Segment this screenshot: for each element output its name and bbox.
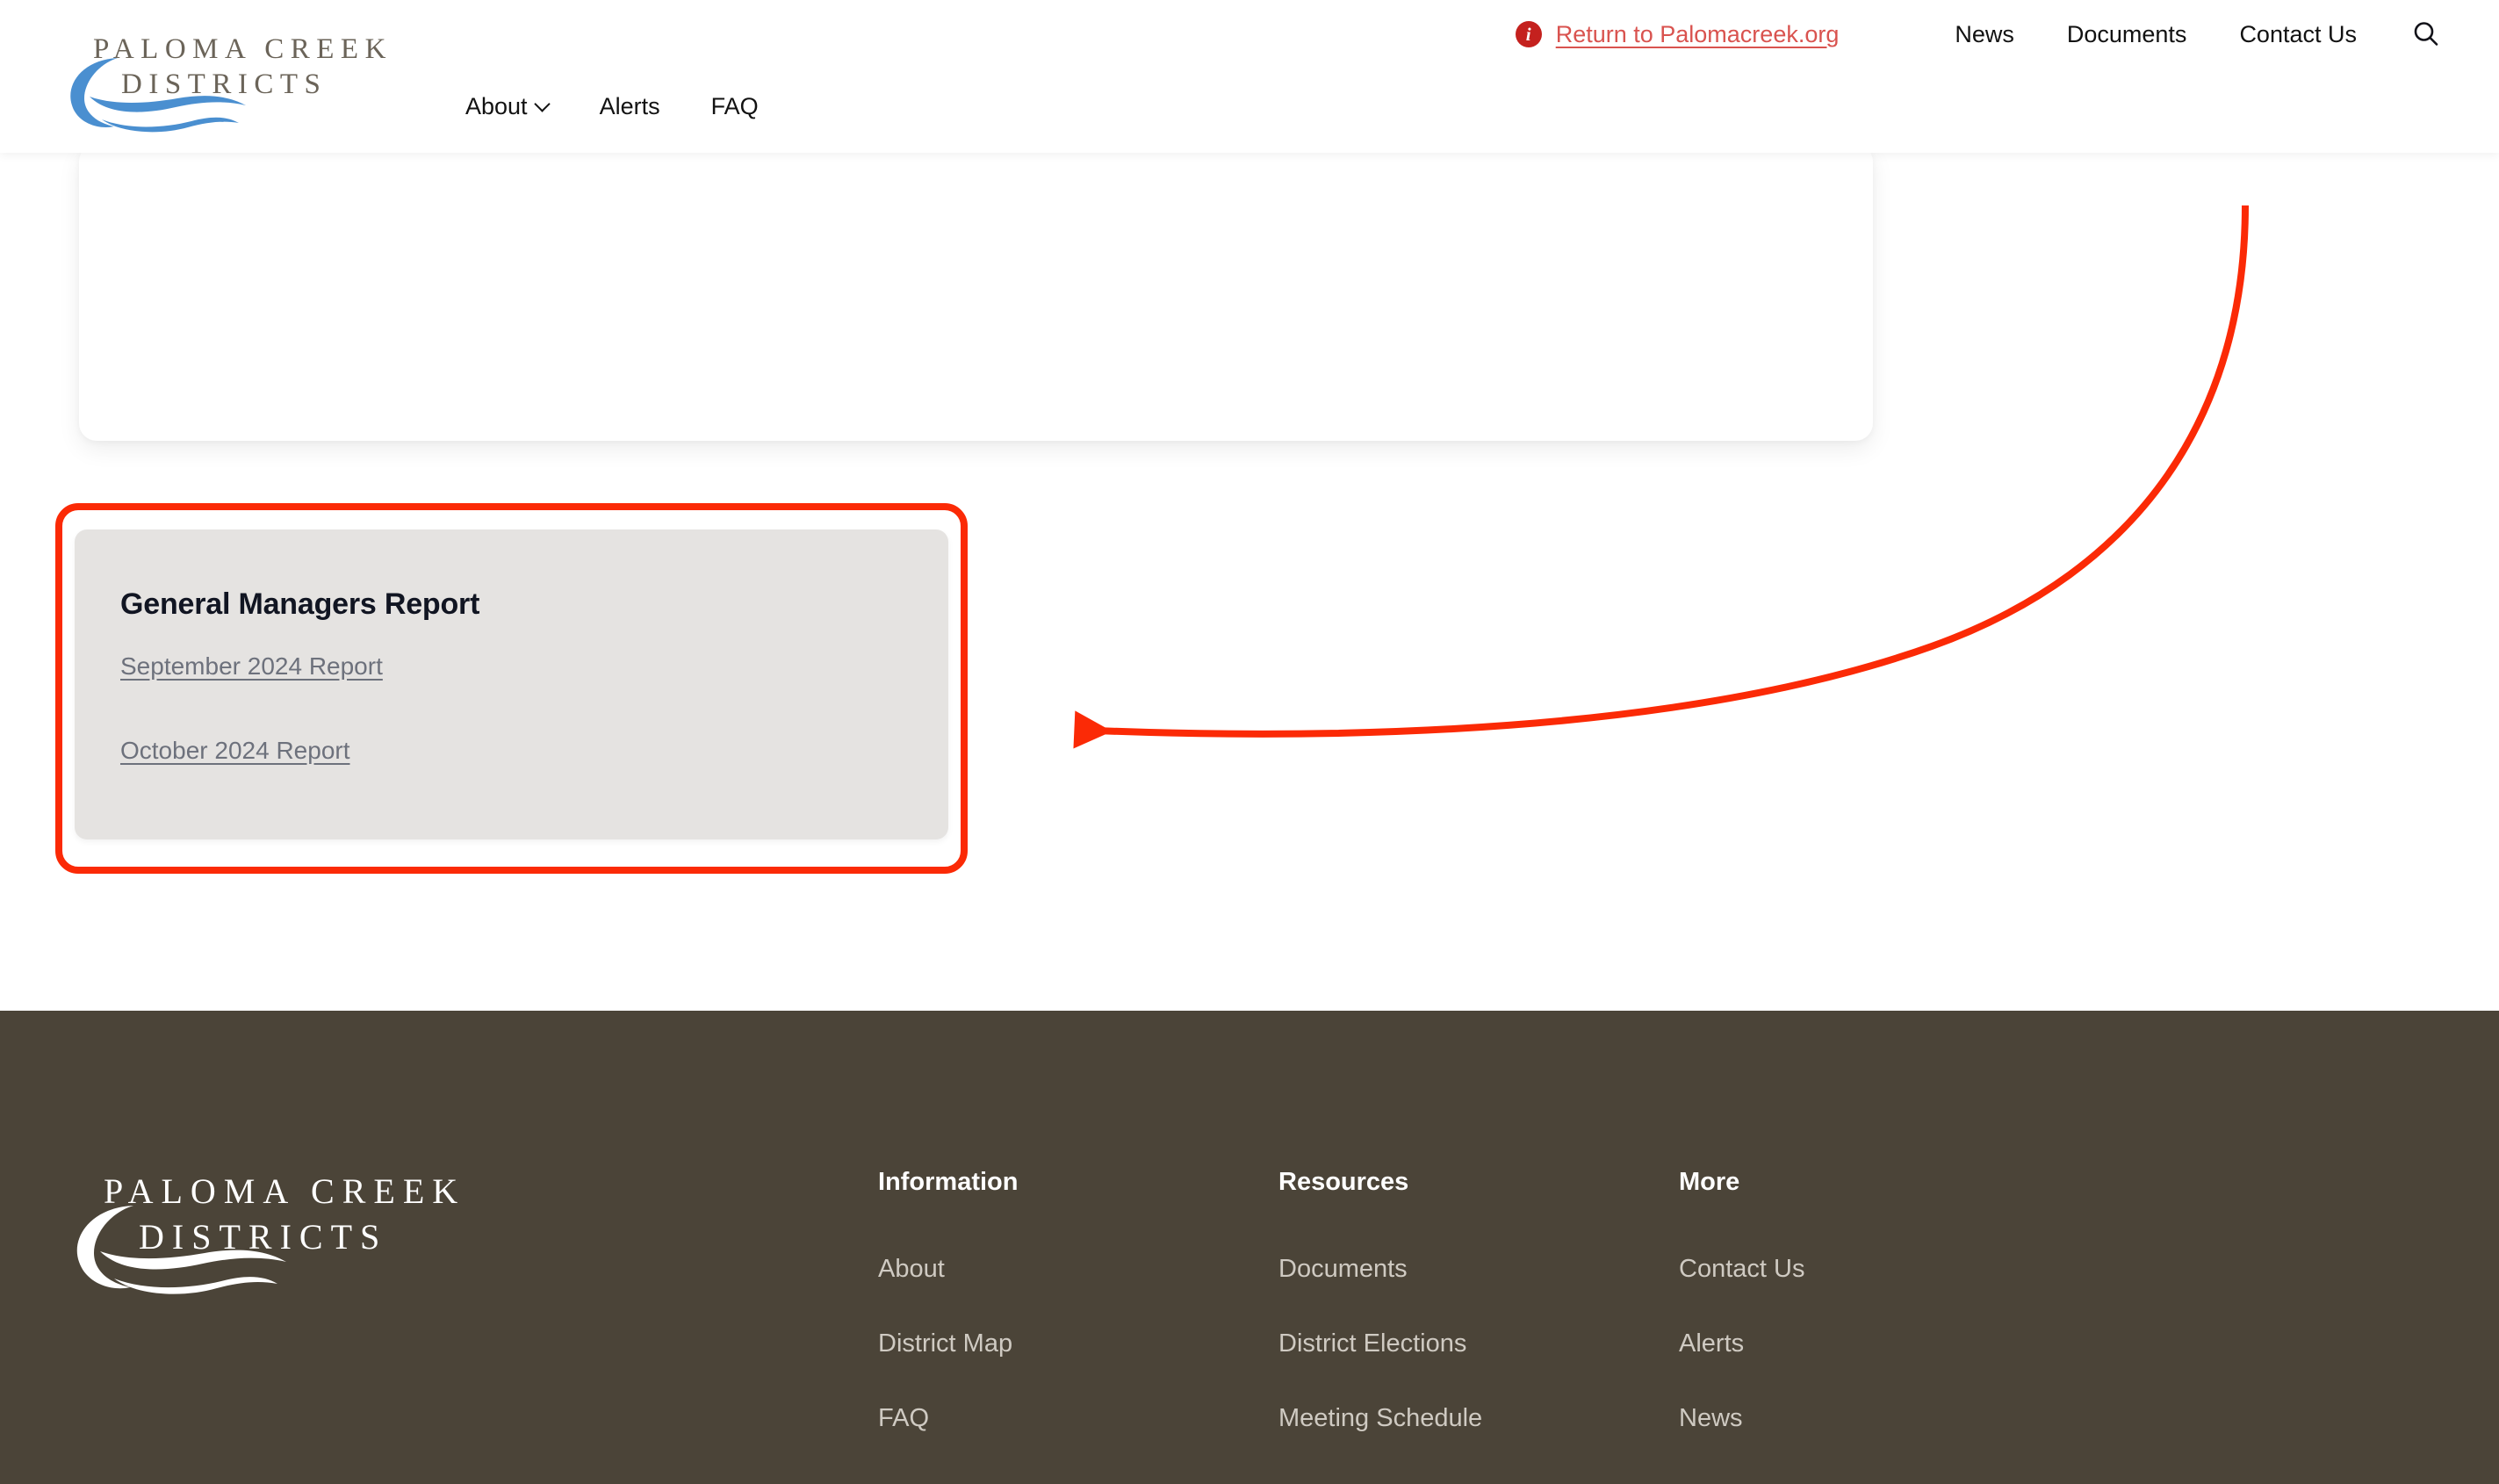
return-notice: i Return to Palomacreek.org <box>1515 21 1840 48</box>
footer-column-resources: Resources Documents District Elections M… <box>1278 1168 1679 1479</box>
footer-link-alerts[interactable]: Alerts <box>1679 1329 2030 1358</box>
footer-link-columns: Information About District Map FAQ Resou… <box>878 1168 2030 1479</box>
nav-item-contact-us[interactable]: Contact Us <box>2239 21 2357 48</box>
footer-link-about[interactable]: About <box>878 1255 1278 1284</box>
nav-item-alerts[interactable]: Alerts <box>600 93 660 120</box>
site-header: PALOMA CREEK DISTRICTS About Alerts FAQ … <box>0 0 2499 153</box>
site-logo[interactable]: PALOMA CREEK DISTRICTS <box>63 33 397 133</box>
footer-link-documents[interactable]: Documents <box>1278 1255 1679 1284</box>
nav-item-about[interactable]: About <box>465 93 549 120</box>
nav-item-about-label: About <box>465 93 528 119</box>
footer-link-news[interactable]: News <box>1679 1404 2030 1433</box>
return-to-palomacreek-link[interactable]: Return to Palomacreek.org <box>1556 21 1840 48</box>
footer-column-title: Resources <box>1278 1168 1409 1196</box>
search-button[interactable] <box>2411 19 2441 49</box>
nav-item-documents[interactable]: Documents <box>2067 21 2187 48</box>
footer-logo[interactable]: PALOMA CREEK DISTRICTS <box>68 1171 508 1311</box>
footer-link-contact-us[interactable]: Contact Us <box>1679 1255 2030 1284</box>
chevron-down-icon <box>537 98 549 111</box>
nav-item-news[interactable]: News <box>1955 21 2014 48</box>
footer-link-district-map[interactable]: District Map <box>878 1329 1278 1358</box>
top-content-card <box>79 144 1873 441</box>
footer-column-more: More Contact Us Alerts News <box>1679 1168 2030 1479</box>
primary-navigation: About Alerts FAQ <box>465 93 759 120</box>
report-card-title: General Managers Report <box>120 587 480 622</box>
footer-link-district-elections[interactable]: District Elections <box>1278 1329 1679 1358</box>
footer-column-information: Information About District Map FAQ <box>878 1168 1278 1479</box>
logo-line-2: DISTRICTS <box>121 68 328 100</box>
footer-logo-line-1: PALOMA CREEK <box>104 1171 466 1211</box>
october-2024-report-link[interactable]: October 2024 Report <box>120 737 350 765</box>
search-icon <box>2414 22 2438 46</box>
info-icon[interactable]: i <box>1515 21 1542 47</box>
nav-item-faq-label: FAQ <box>710 93 759 119</box>
page-root: PALOMA CREEK DISTRICTS About Alerts FAQ … <box>0 0 2499 1484</box>
footer-column-title: Information <box>878 1168 1019 1196</box>
logo-line-1: PALOMA CREEK <box>93 33 392 65</box>
footer-link-faq[interactable]: FAQ <box>878 1404 1278 1433</box>
general-managers-report-card: General Managers Report September 2024 R… <box>75 529 948 839</box>
september-2024-report-link[interactable]: September 2024 Report <box>120 652 383 681</box>
footer-column-title: More <box>1679 1168 1740 1196</box>
utility-navigation: i Return to Palomacreek.org News Documen… <box>1515 19 2441 49</box>
nav-item-faq[interactable]: FAQ <box>711 93 759 120</box>
nav-item-alerts-label: Alerts <box>599 93 660 119</box>
main-content: General Managers Report September 2024 R… <box>0 144 2499 1011</box>
footer-link-meeting-schedule[interactable]: Meeting Schedule <box>1278 1404 1679 1433</box>
footer-logo-line-2: DISTRICTS <box>139 1217 388 1257</box>
